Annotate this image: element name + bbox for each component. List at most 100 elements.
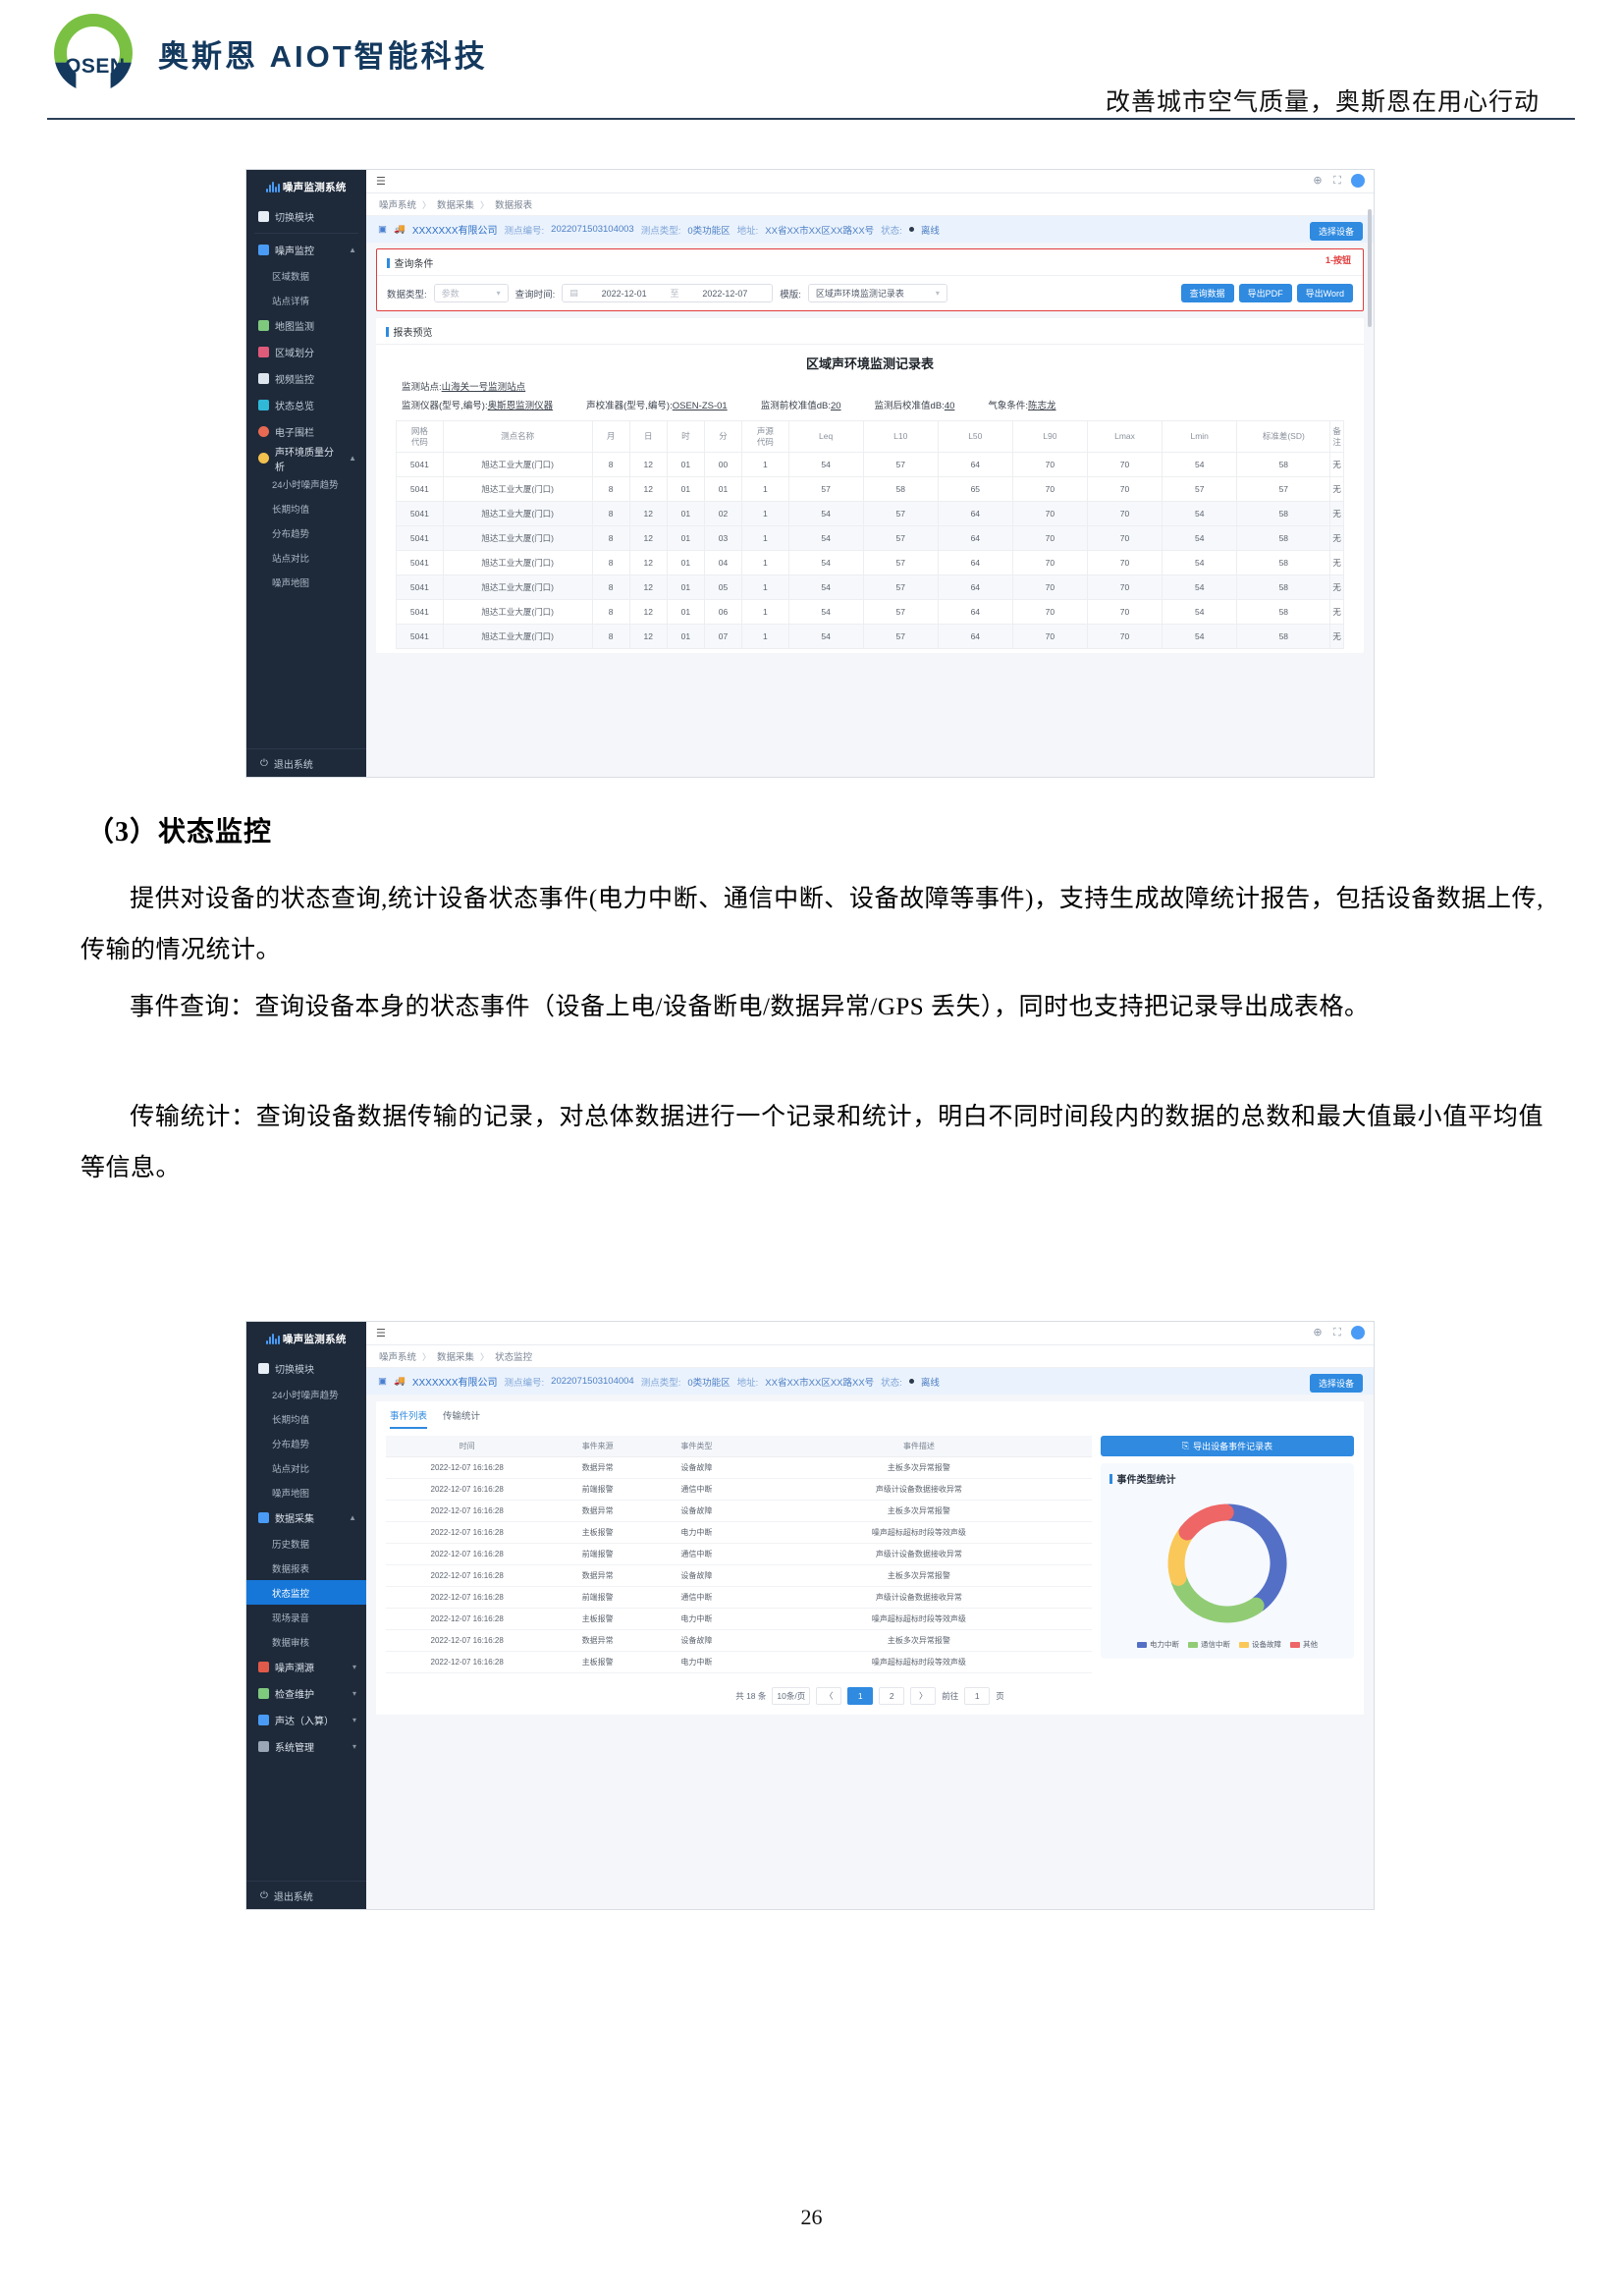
export-event-records-button[interactable]: ⎘ 导出设备事件记录表 — [1101, 1436, 1354, 1456]
page-button-2[interactable]: 2 — [879, 1687, 905, 1705]
report-cell: 54 — [787, 599, 864, 626]
prev-page-button[interactable]: 〈 — [816, 1687, 842, 1705]
page-size-select[interactable]: 10条/页 — [772, 1687, 811, 1705]
sidebar-item-distribution-trend[interactable]: 分布趋势 — [246, 1431, 366, 1455]
instrument-value: 奥斯恩监测仪器 — [487, 401, 554, 411]
sidebar-item-label: 电子围栏 — [275, 428, 314, 439]
device-type-value: 0类功能区 — [687, 225, 730, 237]
sidebar-item-station-detail[interactable]: 站点详情 — [246, 288, 366, 312]
sidebar-item-noise-map[interactable]: 噪声地图 — [246, 1480, 366, 1504]
sidebar-item-noise-trace[interactable]: 噪声溯源 ▾ — [246, 1654, 366, 1680]
breadcrumb-item-0[interactable]: 噪声系统 — [379, 1349, 416, 1363]
chart-title: 事件类型统计 — [1109, 1471, 1345, 1486]
sidebar-item-status-monitor[interactable]: 状态监控 — [246, 1580, 366, 1605]
breadcrumb-item-1[interactable]: 数据采集 — [437, 1349, 474, 1363]
report-cell: 54 — [1162, 501, 1238, 527]
sidebar-item-data-review[interactable]: 数据审核 — [246, 1629, 366, 1654]
report-cell: 70 — [1086, 476, 1163, 503]
menu-collapse-icon[interactable]: ☰ — [376, 1327, 386, 1339]
sidebar-item-station-compare[interactable]: 站点对比 — [246, 545, 366, 570]
legend-item[interactable]: 其他 — [1290, 1639, 1318, 1650]
export-word-button[interactable]: 导出Word — [1296, 284, 1353, 302]
event-cell: 主板报警 — [548, 1651, 648, 1673]
query-data-button[interactable]: 查询数据 — [1180, 284, 1234, 302]
sidebar-item-sound-quality-analysis[interactable]: 声环境质量分析 ▲ — [246, 445, 366, 473]
legend-item[interactable]: 设备故障 — [1239, 1639, 1281, 1650]
sidebar-item-electronic-fence[interactable]: 电子围栏 — [246, 418, 366, 445]
topbar: ☰ ⊕ ⛶ — [366, 170, 1374, 193]
menu-collapse-icon[interactable]: ☰ — [376, 175, 386, 188]
sidebar-item-switch-module[interactable]: 切换模块 — [246, 203, 366, 230]
report-cell: 01 — [703, 476, 743, 503]
sidebar-item-24h-trend[interactable]: 24小时噪声趋势 — [246, 471, 366, 496]
avatar[interactable] — [1351, 174, 1365, 188]
sidebar-item-long-term-mean[interactable]: 长期均值 — [246, 496, 366, 520]
data-type-select[interactable]: 参数 ▾ — [433, 284, 509, 302]
sidebar-item-label: 区域划分 — [275, 349, 314, 359]
sidebar-item-inspection-maintenance[interactable]: 检查维护 ▾ — [246, 1680, 366, 1707]
date-range-picker[interactable]: ▤ 2022-12-01 至 2022-12-07 — [562, 284, 774, 302]
select-device-button[interactable]: 选择设备 — [1309, 1374, 1363, 1393]
report-cell: 70 — [1086, 624, 1163, 650]
event-cell: 主板多次异常报警 — [745, 1500, 1092, 1522]
report-cell: 58 — [1236, 525, 1331, 552]
sidebar-item-field-recording[interactable]: 现场录音 — [246, 1605, 366, 1629]
goto-page-input[interactable]: 1 — [964, 1687, 991, 1705]
report-cell: 5041 — [396, 476, 444, 503]
sidebar-item-station-compare[interactable]: 站点对比 — [246, 1455, 366, 1480]
event-cell: 噪声超标超标时段等效声级 — [745, 1608, 1092, 1630]
sidebar-item-region-data[interactable]: 区域数据 — [246, 263, 366, 288]
sidebar-item-video-monitor[interactable]: 视频监控 — [246, 365, 366, 392]
report-table: 网格 代码 测点名称月日时分声源 代码 Leq L10 L50 L90 Lmax Lmin 标准差(… — [396, 419, 1344, 650]
pre-cal-label: 监测前校准值dB: — [760, 401, 831, 411]
sidebar-item-data-collection[interactable]: 数据采集 ▲ — [246, 1504, 366, 1531]
report-cell: 03 — [703, 525, 743, 552]
pagination: 共 18 条 10条/页 〈 1 2 〉 前往 1 页 — [376, 1673, 1364, 1715]
table-row: 2022-12-07 16:16:28 数据异常 设备故障 主板多次异常报警 — [386, 1564, 1092, 1587]
sidebar-item-status-overview[interactable]: 状态总览 — [246, 392, 366, 418]
fullscreen-icon[interactable]: ⛶ — [1331, 175, 1343, 187]
report-col-header: Leq — [787, 419, 864, 454]
sidebar-divider — [254, 233, 358, 234]
select-device-button[interactable]: 选择设备 — [1309, 222, 1363, 241]
sidebar-item-long-term-mean[interactable]: 长期均值 — [246, 1406, 366, 1431]
sidebar-item-data-report[interactable]: 数据报表 — [246, 1556, 366, 1580]
template-select[interactable]: 区域声环境监测记录表 ▾ — [807, 284, 947, 302]
export-pdf-button[interactable]: 导出PDF — [1238, 284, 1292, 302]
sidebar-item-region-division[interactable]: 区域划分 — [246, 339, 366, 365]
sidebar-item-sound-calc[interactable]: 声达（入算） ▾ — [246, 1707, 366, 1733]
report-cell: 64 — [937, 599, 1013, 626]
report-cell: 12 — [628, 525, 668, 552]
sidebar-logout[interactable]: ⏻ 退出系统 — [246, 1881, 366, 1909]
sidebar-item-label: 状态总览 — [275, 402, 314, 412]
header-tagline: 改善城市空气质量，奥斯恩在用心行动 — [1105, 89, 1540, 116]
avatar[interactable] — [1351, 1326, 1365, 1339]
sidebar-item-24h-trend[interactable]: 24小时噪声趋势 — [246, 1382, 366, 1406]
sidebar-item-label: 分布趋势 — [272, 528, 310, 540]
breadcrumb-item-1[interactable]: 数据采集 — [437, 197, 474, 211]
sidebar-item-history-data[interactable]: 历史数据 — [246, 1531, 366, 1556]
next-page-button[interactable]: 〉 — [910, 1687, 937, 1705]
sidebar-item-noise-monitor[interactable]: 噪声监控 ▲ — [246, 237, 366, 263]
sidebar-item-map-monitor[interactable]: 地图监测 — [246, 312, 366, 339]
sidebar-logout[interactable]: ⏻ 退出系统 — [246, 748, 366, 777]
sidebar-item-system-management[interactable]: 系统管理 ▾ — [246, 1733, 366, 1760]
analysis-icon — [258, 453, 269, 464]
tab-transmission-stats[interactable]: 传输统计 — [443, 1408, 480, 1429]
legend-item[interactable]: 通信中断 — [1188, 1639, 1230, 1650]
sidebar-item-switch-module[interactable]: 切换模块 — [246, 1355, 366, 1382]
tab-event-list[interactable]: 事件列表 — [390, 1408, 428, 1429]
vertical-scrollbar[interactable] — [1368, 209, 1372, 327]
globe-icon[interactable]: ⊕ — [1312, 1327, 1324, 1339]
fullscreen-icon[interactable]: ⛶ — [1331, 1327, 1343, 1339]
chevron-down-icon: ▾ — [496, 289, 501, 298]
breadcrumb-item-0[interactable]: 噪声系统 — [379, 197, 416, 211]
legend-item[interactable]: 电力中断 — [1137, 1639, 1179, 1650]
main-area: ☰ ⊕ ⛶ 噪声系统 〉 数据采集 〉 状态监控 ▣ 🚚 XXXXXXX有限公司… — [366, 1322, 1374, 1909]
donut-segment — [1178, 1503, 1234, 1541]
sidebar-item-distribution-trend[interactable]: 分布趋势 — [246, 520, 366, 545]
globe-icon[interactable]: ⊕ — [1312, 175, 1324, 187]
report-cell: 07 — [703, 624, 743, 650]
page-button-1[interactable]: 1 — [847, 1687, 874, 1705]
sidebar-item-noise-map[interactable]: 噪声地图 — [246, 570, 366, 594]
